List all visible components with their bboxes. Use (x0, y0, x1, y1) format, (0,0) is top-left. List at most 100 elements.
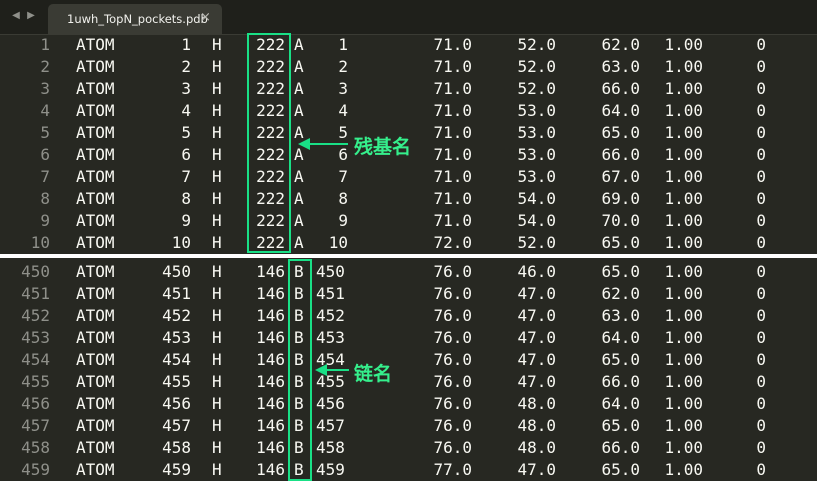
atom-name: H (212, 438, 222, 457)
code-line[interactable]: 4 ATOM 4 H 222 A 4 71.0 53.0 64.0 1.00 0 (0, 100, 817, 122)
residue-seq: 452 (316, 306, 345, 325)
y-coord: 46.0 (517, 262, 556, 281)
z-coord: 65.0 (601, 350, 640, 369)
code-line[interactable]: 8 ATOM 8 H 222 A 8 71.0 54.0 69.0 1.00 0 (0, 188, 817, 210)
atom-name: H (212, 101, 222, 120)
y-coord: 52.0 (517, 35, 556, 54)
atom-name: H (212, 233, 222, 252)
record-type: ATOM (76, 145, 115, 164)
line-number: 6 (40, 145, 50, 164)
chain-id: A (294, 211, 304, 230)
b-factor: 0 (756, 394, 766, 413)
b-factor: 0 (756, 284, 766, 303)
record-type: ATOM (76, 35, 115, 54)
occupancy: 1.00 (664, 35, 703, 54)
atom-serial: 450 (162, 262, 191, 281)
y-coord: 52.0 (517, 233, 556, 252)
occupancy: 1.00 (664, 284, 703, 303)
atom-name: H (212, 211, 222, 230)
code-line[interactable]: 454 ATOM 454 H 146 B 454 76.0 47.0 65.0 1.00 0 (0, 349, 817, 371)
atom-serial: 456 (162, 394, 191, 413)
record-type: ATOM (76, 328, 115, 347)
code-line[interactable]: 7 ATOM 7 H 222 A 7 71.0 53.0 67.0 1.00 0 (0, 166, 817, 188)
b-factor: 0 (756, 123, 766, 142)
atom-serial: 459 (162, 460, 191, 479)
pane-divider (0, 254, 817, 258)
residue-name: 146 (256, 328, 285, 347)
code-line[interactable]: 10 ATOM 10 H 222 A 10 72.0 52.0 65.0 1.00 0 (0, 232, 817, 254)
record-type: ATOM (76, 372, 115, 391)
code-line[interactable]: 9 ATOM 9 H 222 A 9 71.0 54.0 70.0 1.00 0 (0, 210, 817, 232)
chain-id: A (294, 233, 304, 252)
y-coord: 47.0 (517, 350, 556, 369)
y-coord: 47.0 (517, 460, 556, 479)
chain-id: A (294, 57, 304, 76)
atom-serial: 6 (181, 145, 191, 164)
code-line[interactable]: 459 ATOM 459 H 146 B 459 77.0 47.0 65.0 1.00 0 (0, 459, 817, 481)
atom-name: H (212, 350, 222, 369)
x-coord: 72.0 (433, 233, 472, 252)
close-icon[interactable]: × (200, 10, 211, 25)
residue-seq: 9 (338, 211, 348, 230)
record-type: ATOM (76, 57, 115, 76)
code-line[interactable]: 452 ATOM 452 H 146 B 452 76.0 47.0 63.0 1.00 0 (0, 305, 817, 327)
residue-seq: 459 (316, 460, 345, 479)
forward-arrow-icon[interactable]: ▶ (25, 10, 37, 22)
atom-serial: 5 (181, 123, 191, 142)
y-coord: 53.0 (517, 167, 556, 186)
line-number: 450 (21, 262, 50, 281)
record-type: ATOM (76, 416, 115, 435)
x-coord: 76.0 (433, 394, 472, 413)
residue-seq: 1 (338, 35, 348, 54)
y-coord: 53.0 (517, 145, 556, 164)
code-line[interactable]: 457 ATOM 457 H 146 B 457 76.0 48.0 65.0 1.00 0 (0, 415, 817, 437)
b-factor: 0 (756, 189, 766, 208)
file-tab[interactable]: 1uwh_TopN_pockets.pdb × (48, 4, 222, 34)
code-line[interactable]: 451 ATOM 451 H 146 B 451 76.0 47.0 62.0 1.00 0 (0, 283, 817, 305)
b-factor: 0 (756, 460, 766, 479)
z-coord: 65.0 (601, 460, 640, 479)
tab-bar: ◀ ▶ 1uwh_TopN_pockets.pdb × (0, 0, 817, 35)
code-line[interactable]: 456 ATOM 456 H 146 B 456 76.0 48.0 64.0 1.00 0 (0, 393, 817, 415)
z-coord: 65.0 (601, 233, 640, 252)
code-line[interactable]: 453 ATOM 453 H 146 B 453 76.0 47.0 64.0 1.00 0 (0, 327, 817, 349)
record-type: ATOM (76, 101, 115, 120)
z-coord: 65.0 (601, 416, 640, 435)
back-arrow-icon[interactable]: ◀ (10, 10, 22, 22)
record-type: ATOM (76, 79, 115, 98)
record-type: ATOM (76, 438, 115, 457)
residue-seq: 10 (328, 233, 348, 252)
code-line[interactable]: 455 ATOM 455 H 146 B 455 76.0 47.0 66.0 1.00 0 (0, 371, 817, 393)
atom-serial: 454 (162, 350, 191, 369)
code-line[interactable]: 450 ATOM 450 H 146 B 450 76.0 46.0 65.0 1.00 0 (0, 261, 817, 283)
atom-name: H (212, 167, 222, 186)
chain-name-annotation: 链名 (354, 363, 393, 385)
residue-name: 146 (256, 394, 285, 413)
chain-id: A (294, 35, 304, 54)
line-number: 7 (40, 167, 50, 186)
y-coord: 52.0 (517, 79, 556, 98)
z-coord: 66.0 (601, 438, 640, 457)
atom-name: H (212, 372, 222, 391)
line-number: 452 (21, 306, 50, 325)
occupancy: 1.00 (664, 101, 703, 120)
record-type: ATOM (76, 394, 115, 413)
code-line[interactable]: 3 ATOM 3 H 222 A 3 71.0 52.0 66.0 1.00 0 (0, 78, 817, 100)
residue-seq: 3 (338, 79, 348, 98)
z-coord: 67.0 (601, 167, 640, 186)
b-factor: 0 (756, 262, 766, 281)
code-line[interactable]: 1 ATOM 1 H 222 A 1 71.0 52.0 62.0 1.00 0 (0, 34, 817, 56)
code-line[interactable]: 458 ATOM 458 H 146 B 458 76.0 48.0 66.0 1.00 0 (0, 437, 817, 459)
atom-serial: 451 (162, 284, 191, 303)
line-number: 453 (21, 328, 50, 347)
y-coord: 47.0 (517, 284, 556, 303)
code-line[interactable]: 2 ATOM 2 H 222 A 2 71.0 52.0 63.0 1.00 0 (0, 56, 817, 78)
z-coord: 64.0 (601, 101, 640, 120)
atom-name: H (212, 35, 222, 54)
line-number: 457 (21, 416, 50, 435)
x-coord: 76.0 (433, 306, 472, 325)
atom-serial: 453 (162, 328, 191, 347)
residue-name: 146 (256, 262, 285, 281)
x-coord: 71.0 (433, 79, 472, 98)
residue-name: 146 (256, 416, 285, 435)
